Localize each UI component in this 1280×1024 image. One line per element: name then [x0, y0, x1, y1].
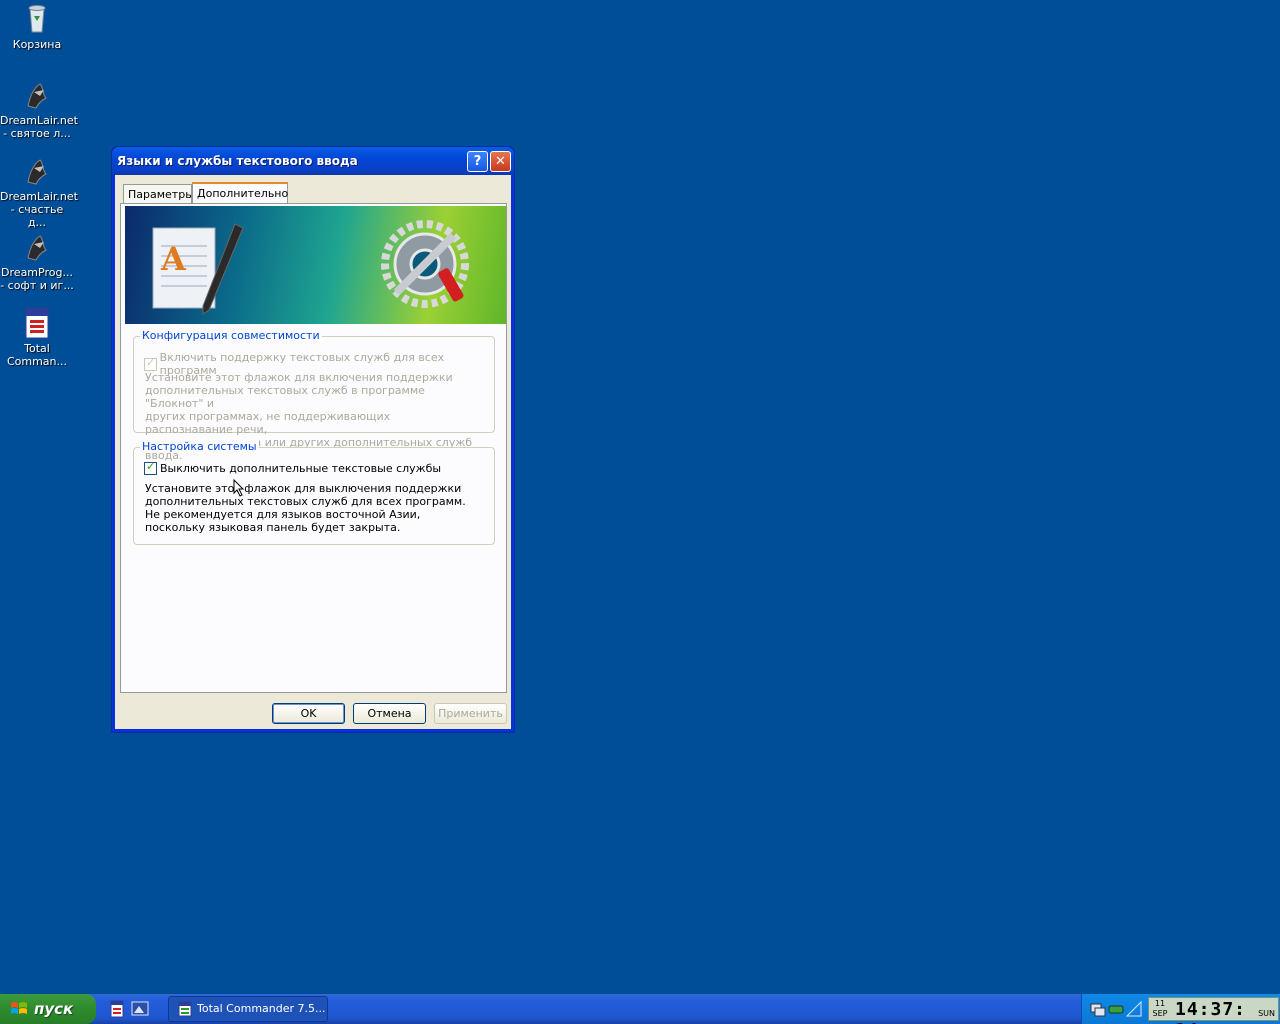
desktop-icon-dreamlair-1[interactable]: DreamLair.net - святое л...	[0, 78, 78, 140]
quicklaunch-total-commander-icon[interactable]	[108, 1000, 126, 1018]
total-commander-icon	[25, 307, 49, 339]
gear-tools-icon	[381, 220, 469, 308]
clock-date: 11 SEP	[1151, 999, 1169, 1019]
compat-description-line: дополнительных текстовых служб в програм…	[145, 384, 425, 410]
cancel-button[interactable]: Отмена	[353, 703, 426, 724]
group-compatibility: Конфигурация совместимости ✓ Включить по…	[133, 329, 495, 462]
taskbar-item-label: Total Commander 7.5...	[197, 1002, 326, 1015]
dialog-titlebar[interactable]: Языки и службы текстового ввода ? ✕	[112, 147, 514, 175]
tab-page-advanced: A Конфигурация совместимости ✓ Включить …	[120, 203, 507, 693]
system-description-line: поскольку языковая панель будет закрыта.	[145, 521, 401, 534]
taskbar-item-total-commander[interactable]: Total Commander 7.5...	[168, 996, 328, 1022]
clock-day-number: 11	[1154, 999, 1166, 1008]
svg-text:A: A	[160, 240, 187, 278]
disable-text-services-label[interactable]: Выключить дополнительные текстовые служб…	[160, 462, 441, 475]
desktop-icon-label: Корзина	[12, 38, 62, 51]
desktop-icon-label: DreamLair.net	[0, 114, 78, 127]
document-pen-icon: A	[152, 223, 244, 315]
desktop-icon-dreamlair-2[interactable]: DreamLair.net - счастье д...	[0, 154, 78, 229]
system-description-line: Не рекомендуется для языков восточной Аз…	[145, 508, 421, 521]
device-icon[interactable]	[1108, 1001, 1124, 1017]
group-system-legend: Настройка системы	[140, 440, 259, 453]
dialog-title: Языки и службы текстового ввода	[117, 154, 358, 168]
compat-description-line: других программах, не поддерживающих рас…	[145, 410, 391, 436]
disable-text-services-row: ✓ Выключить дополнительные текстовые слу…	[144, 460, 441, 475]
check-icon: ✓	[146, 460, 156, 473]
group-system-settings: Настройка системы ✓ Выключить дополнител…	[133, 440, 495, 545]
apply-button[interactable]: Применить	[434, 703, 507, 724]
dreamlair-icon	[27, 159, 47, 185]
banner-graphics: A	[152, 220, 469, 315]
system-description-line: Установите этот флажок для выключения по…	[145, 482, 462, 495]
text-services-dialog: Языки и службы текстового ввода ? ✕ Пара…	[111, 146, 515, 733]
desktop-icon-label: - счастье д...	[10, 203, 64, 229]
close-icon: ✕	[495, 154, 506, 169]
dreamprog-icon	[27, 235, 47, 261]
desktop-icon-label: - софт и иг...	[0, 279, 74, 292]
system-tray: 11 SEP 14:37: 14 SUN	[1081, 994, 1280, 1024]
system-description: Установите этот флажок для выключения по…	[145, 482, 475, 534]
clock-weekday: SUN	[1258, 1009, 1275, 1018]
start-button[interactable]: пуск	[0, 994, 96, 1024]
desktop-icon-label: DreamProg...	[1, 266, 73, 279]
disable-text-services-checkbox[interactable]: ✓	[144, 460, 157, 475]
desktop-icon-label: Comman...	[6, 355, 68, 368]
windows-flag-icon	[11, 1002, 27, 1014]
clock-month: SEP	[1152, 1009, 1168, 1018]
network-icon[interactable]	[1090, 1001, 1106, 1017]
compat-description-line: Установите этот флажок для включения под…	[145, 371, 453, 384]
banner-image: A	[125, 206, 506, 324]
enable-text-services-checkbox[interactable]: ✓	[144, 355, 157, 371]
desktop-icon-label: DreamLair.net	[0, 190, 78, 203]
mouse-cursor-icon	[233, 479, 245, 497]
check-icon: ✓	[146, 355, 156, 369]
clock-widget[interactable]: 11 SEP 14:37: 14 SUN	[1148, 997, 1279, 1024]
start-label: пуск	[34, 1000, 74, 1018]
group-compatibility-legend: Конфигурация совместимости	[140, 329, 322, 342]
desktop-icon-total-commander[interactable]: Total Comman...	[0, 306, 74, 368]
dreamlair-icon	[27, 83, 47, 109]
desktop-icon-label: Total	[24, 342, 50, 355]
quicklaunch-show-desktop-icon[interactable]	[131, 1000, 149, 1018]
dialog-client: Параметры Дополнительно A Конфигурация с…	[115, 175, 511, 729]
taskbar: пуск Total Commander 7.5... 11 SEP 14:37…	[0, 994, 1280, 1024]
recycle-bin-icon	[28, 5, 46, 33]
close-button[interactable]: ✕	[490, 151, 511, 172]
ok-button[interactable]: OK	[272, 703, 345, 724]
desktop-icon-recycle-bin[interactable]: Корзина	[0, 2, 74, 51]
signal-icon[interactable]	[1126, 1001, 1142, 1017]
desktop-icon-label: - святое л...	[3, 127, 71, 140]
total-commander-icon	[178, 1001, 192, 1017]
tab-settings[interactable]: Параметры	[123, 184, 194, 204]
desktop-icon-dreamprog[interactable]: DreamProg... - софт и иг...	[0, 230, 74, 292]
tab-advanced[interactable]: Дополнительно	[192, 182, 288, 204]
help-icon: ?	[473, 154, 482, 169]
system-description-line: дополнительных текстовых служб для всех …	[145, 495, 466, 508]
help-button[interactable]: ?	[467, 151, 488, 172]
